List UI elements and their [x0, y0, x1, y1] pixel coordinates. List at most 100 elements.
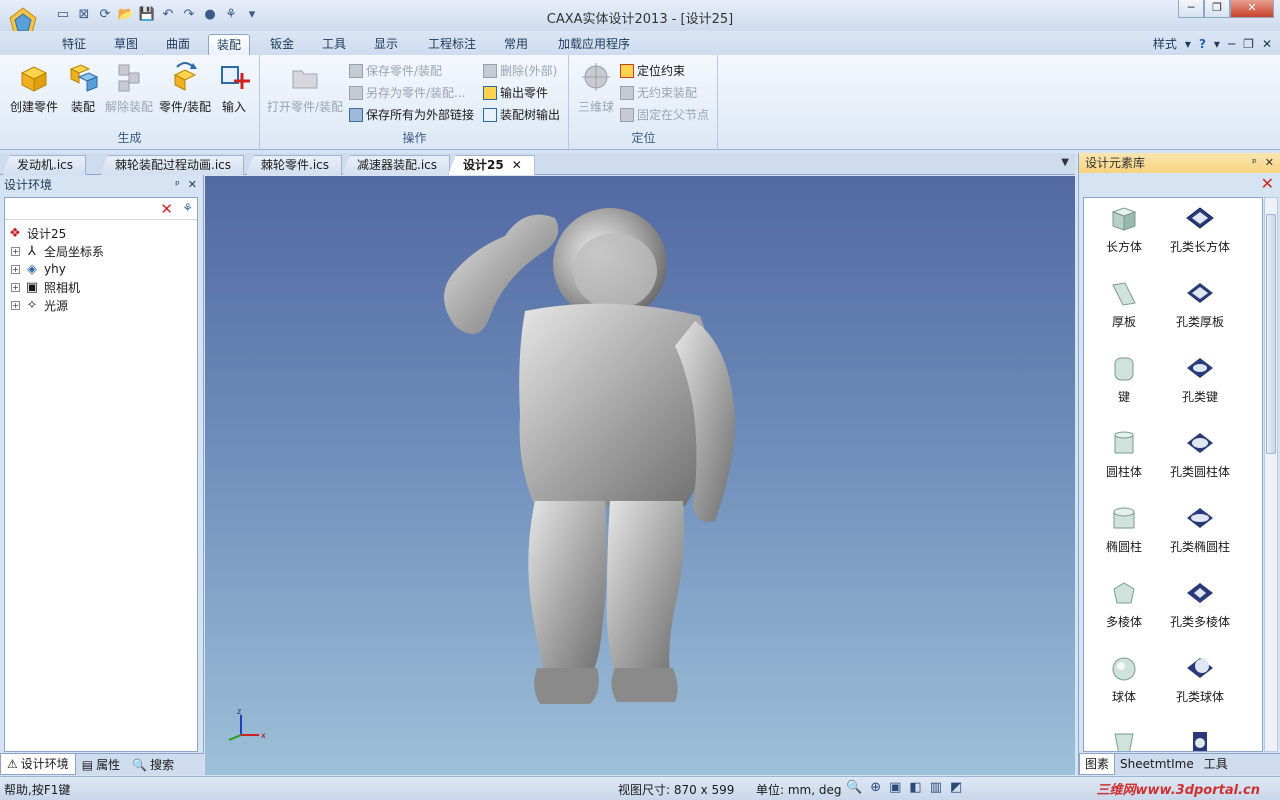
doc-tabs-dropdown-icon[interactable]: ▼: [1061, 157, 1069, 168]
tab-surface[interactable]: 曲面: [158, 34, 198, 55]
save-as-part-assembly-button[interactable]: 另存为零件/装配...: [349, 84, 466, 101]
lib-item-hole-sphere[interactable]: 孔类球体: [1160, 654, 1240, 705]
open-part-assembly-button[interactable]: 打开零件/装配: [265, 59, 345, 115]
shade-icon[interactable]: ◩: [950, 780, 962, 795]
fix-parent-icon: [620, 107, 634, 122]
tab-addins[interactable]: 加载应用程序: [550, 34, 638, 55]
create-part-button[interactable]: 创建零件: [6, 59, 62, 115]
expand-icon[interactable]: +: [11, 282, 20, 292]
disassemble-button[interactable]: 解除装配: [104, 59, 154, 115]
tab-assembly[interactable]: 装配: [208, 34, 251, 55]
lib-item-label: 椭圆柱: [1105, 540, 1142, 554]
import-button[interactable]: 输入: [218, 59, 250, 115]
lib-item-hole-cuboid[interactable]: 孔类长方体: [1160, 204, 1240, 255]
assemble-button[interactable]: 装配: [66, 59, 100, 115]
lib-item-hole-elliptic-cylinder[interactable]: 孔类椭圆柱: [1160, 504, 1240, 555]
help-icon[interactable]: ?: [1199, 37, 1206, 51]
close-tab-icon[interactable]: ✕: [512, 158, 522, 172]
zoom-icon[interactable]: 🔍: [846, 780, 862, 795]
unconstrained-assembly-button[interactable]: 无约束装配: [620, 84, 697, 101]
position-constraint-button[interactable]: 定位约束: [620, 62, 685, 79]
doc-minimize-icon[interactable]: ─: [1228, 37, 1235, 51]
lib-item-hole-key[interactable]: 孔类键: [1160, 354, 1240, 405]
tab-sheetmetal[interactable]: SheetmtIme: [1115, 754, 1199, 775]
3d-ball-button[interactable]: 三维球: [574, 59, 618, 115]
lib-item-sphere[interactable]: 球体: [1084, 654, 1164, 705]
lib-item-hole-slab[interactable]: 孔类厚板: [1160, 279, 1240, 330]
export-part-button[interactable]: 输出零件: [483, 84, 548, 101]
part-assembly-button[interactable]: 零件/装配: [156, 59, 214, 115]
tree-filter-icon[interactable]: ⚘: [182, 201, 193, 215]
camera-icon[interactable]: ▥: [930, 780, 942, 795]
tab-feature[interactable]: 特征: [54, 34, 94, 55]
doc-tab-design25[interactable]: 设计25 ✕: [448, 155, 535, 175]
tree-item-yhy[interactable]: + ◈ yhy: [11, 260, 66, 278]
doc-restore-icon[interactable]: ❐: [1243, 37, 1254, 51]
tree-item-global-axis[interactable]: + ⅄ 全局坐标系: [11, 242, 104, 260]
view-cube-icon[interactable]: ▣: [889, 780, 901, 795]
maximize-icon[interactable]: ❐: [1204, 0, 1230, 18]
library-scrollbar[interactable]: [1264, 197, 1278, 752]
lib-item-slab[interactable]: 厚板: [1084, 279, 1164, 330]
lib-item-prism[interactable]: 多棱体: [1084, 579, 1164, 630]
tab-engineering-annotation[interactable]: 工程标注: [420, 34, 484, 55]
close-panel-icon[interactable]: ✕: [1265, 153, 1274, 173]
doc-tab-engine[interactable]: 发动机.ics: [2, 155, 86, 175]
tab-common[interactable]: 常用: [496, 34, 536, 55]
lib-item-partial[interactable]: [1084, 728, 1164, 751]
render-icon[interactable]: ◧: [909, 780, 921, 795]
lib-item-hole-cylinder[interactable]: 孔类圆柱体: [1160, 429, 1240, 480]
tab-sheetmetal[interactable]: 钣金: [262, 34, 302, 55]
tab-design-environment[interactable]: ⚠ 设计环境: [0, 754, 76, 775]
fix-at-parent-button[interactable]: 固定在父节点: [620, 106, 709, 123]
lib-item-key[interactable]: 键: [1084, 354, 1164, 405]
tree-root[interactable]: ❖ 设计25: [7, 224, 66, 242]
position-constraint-icon: [620, 63, 634, 78]
lib-item-hole-prism[interactable]: 孔类多棱体: [1160, 579, 1240, 630]
dropdown-icon[interactable]: ▾: [1185, 37, 1191, 51]
right-panel-tabs: 图素 SheetmtIme 工具: [1079, 753, 1280, 775]
design-tree: ✕ ⚘ ❖ 设计25 + ⅄ 全局坐标系 + ◈ yhy + ▣ 照相机 + ✧…: [4, 197, 198, 752]
tab-display[interactable]: 显示: [366, 34, 406, 55]
pin-icon[interactable]: ᵖ: [175, 175, 180, 195]
doc-close-icon[interactable]: ✕: [1262, 37, 1272, 51]
status-view-tools: 🔍 ⊕ ▣ ◧ ▥ ◩: [846, 780, 962, 795]
doc-tab-ratchet-animation[interactable]: 棘轮装配过程动画.ics: [100, 155, 244, 175]
scrollbar-thumb[interactable]: [1266, 214, 1276, 454]
close-icon[interactable]: ✕: [1230, 0, 1274, 18]
tab-search[interactable]: 🔍 搜索: [126, 754, 180, 775]
tab-tools[interactable]: 工具: [314, 34, 354, 55]
delete-external-button[interactable]: 删除(外部): [483, 62, 557, 79]
astronaut-model[interactable]: [205, 176, 1075, 775]
expand-icon[interactable]: +: [11, 264, 20, 274]
save-part-assembly-button[interactable]: 保存零件/装配: [349, 62, 442, 79]
style-menu[interactable]: 样式: [1153, 35, 1177, 52]
expand-icon[interactable]: +: [11, 246, 20, 256]
3d-viewport[interactable]: z x: [205, 176, 1075, 775]
lib-item-elliptic-cylinder[interactable]: 椭圆柱: [1084, 504, 1164, 555]
expand-icon[interactable]: +: [11, 300, 20, 310]
save-icon: [349, 63, 363, 78]
lib-item-partial[interactable]: [1160, 728, 1240, 751]
lib-item-cylinder[interactable]: 圆柱体: [1084, 429, 1164, 480]
dropdown-icon[interactable]: ▾: [1214, 37, 1220, 51]
pin-icon[interactable]: ᵖ: [1252, 153, 1257, 173]
assembly-tree-export-button[interactable]: 装配树输出: [483, 106, 560, 123]
zoom-window-icon[interactable]: ⊕: [870, 780, 881, 795]
tab-properties[interactable]: ▤ 属性: [76, 754, 126, 775]
delete-icon[interactable]: ✕: [160, 200, 173, 218]
lib-item-cuboid[interactable]: 长方体: [1084, 204, 1164, 255]
tree-item-camera[interactable]: + ▣ 照相机: [11, 278, 80, 296]
doc-tab-reducer-assembly[interactable]: 减速器装配.ics: [342, 155, 450, 175]
tab-primitives[interactable]: 图素: [1079, 754, 1116, 775]
tab-sketch[interactable]: 草图: [106, 34, 146, 55]
tab-tools[interactable]: 工具: [1199, 754, 1233, 775]
tree-item-light[interactable]: + ✧ 光源: [11, 296, 68, 314]
save-all-external-links-button[interactable]: 保存所有为外部链接: [349, 106, 474, 123]
doc-tab-ratchet-part[interactable]: 棘轮零件.ics: [246, 155, 342, 175]
hole-wedge-icon: [1193, 732, 1207, 751]
delete-icon[interactable]: ✕: [1261, 174, 1274, 193]
save-as-part-assembly-label: 另存为零件/装配...: [366, 86, 466, 100]
minimize-icon[interactable]: ─: [1178, 0, 1204, 18]
close-panel-icon[interactable]: ✕: [188, 175, 197, 195]
